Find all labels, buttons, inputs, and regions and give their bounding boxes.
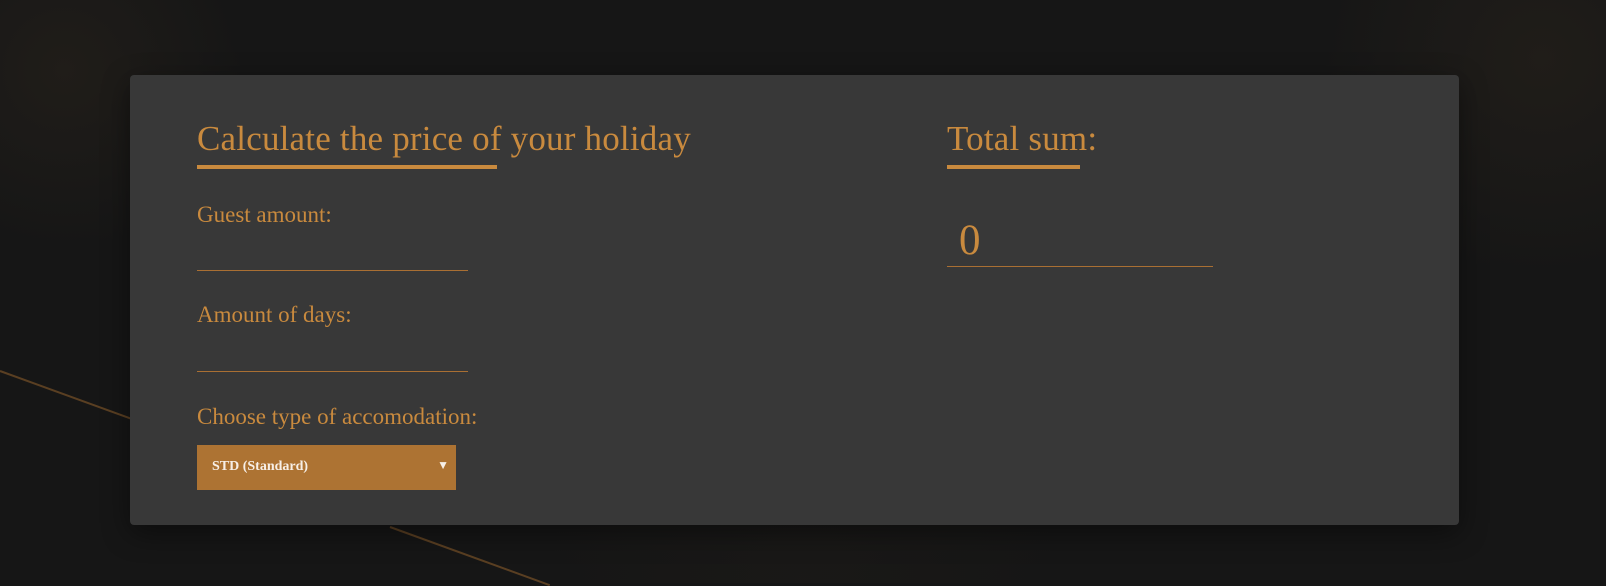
calculator-title-underline xyxy=(197,165,497,169)
total-sum-title-underline xyxy=(947,165,1080,169)
total-sum-title: Total sum: xyxy=(947,119,1098,158)
accommodation-label: Choose type of accomodation: xyxy=(197,404,478,429)
total-sum-value: 0 xyxy=(947,213,1213,267)
guest-amount-label: Guest amount: xyxy=(197,202,332,227)
accommodation-select[interactable]: STD (Standard) ▼ xyxy=(197,445,456,490)
holiday-calculator-card: Calculate the price of your holiday Gues… xyxy=(130,75,1459,525)
chevron-down-icon: ▼ xyxy=(437,458,449,472)
accommodation-selected-value: STD (Standard) xyxy=(212,459,309,474)
calculator-title: Calculate the price of your holiday xyxy=(197,119,691,158)
days-amount-label: Amount of days: xyxy=(197,302,352,327)
guest-amount-input[interactable] xyxy=(197,246,468,271)
days-amount-input[interactable] xyxy=(197,347,468,372)
